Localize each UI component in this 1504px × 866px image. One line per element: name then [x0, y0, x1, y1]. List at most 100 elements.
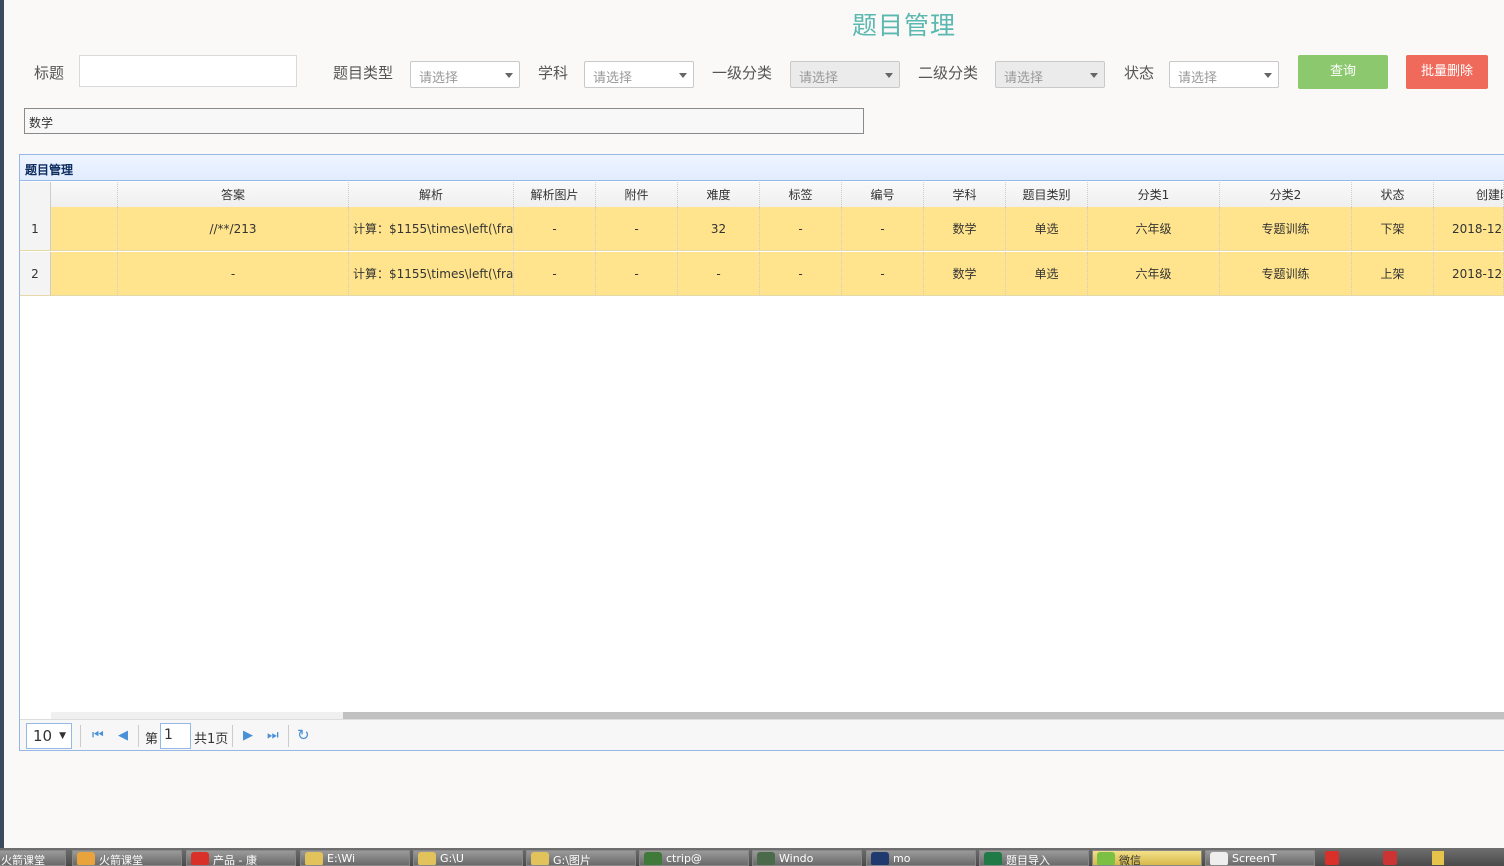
taskbar-item[interactable]: E:\Wi: [300, 850, 410, 866]
table-row[interactable]: 1 //**/213 计算：$1155\times\left(\frac - -…: [20, 207, 1504, 251]
horizontal-scrollbar-thumb[interactable]: [343, 712, 1504, 719]
level1-label: 一级分类: [712, 64, 773, 82]
row-number: 1: [20, 207, 51, 251]
title-input[interactable]: [79, 55, 297, 87]
level2-select[interactable]: 请选择: [995, 61, 1105, 88]
dropdown-arrow-icon: [885, 73, 893, 78]
taskbar-item-label: mo: [893, 852, 911, 865]
status-select[interactable]: 请选择: [1169, 61, 1279, 88]
taskbar-item[interactable]: G:\图片: [526, 850, 636, 866]
taskbar-item[interactable]: 火箭课堂: [72, 850, 182, 866]
dropdown-arrow-icon: [679, 73, 687, 78]
app-icon: [757, 852, 775, 865]
row-number: 2: [20, 252, 51, 296]
cell-tag: -: [760, 207, 842, 251]
cell-category: 单选: [1006, 252, 1088, 296]
pager-separator: [288, 725, 289, 747]
folder-icon: [418, 852, 436, 865]
taskbar-item[interactable]: mo: [866, 850, 976, 866]
header-difficulty[interactable]: 难度: [678, 182, 760, 207]
table-row[interactable]: 2 - 计算：$1155\times\left(\frac - - - - - …: [20, 252, 1504, 296]
header-analysis-image[interactable]: 解析图片: [514, 182, 596, 207]
dropdown-arrow-icon: [505, 73, 513, 78]
batch-delete-button[interactable]: 批量删除: [1406, 55, 1488, 89]
taskbar-item[interactable]: ScreenT: [1205, 850, 1315, 866]
taskbar-item[interactable]: Windo: [752, 850, 862, 866]
taskbar: 火箭课堂 火箭课堂 产品 - 康 E:\Wi G:\U G:\图片 ctrip@…: [0, 848, 1504, 866]
type-select-placeholder: 请选择: [419, 71, 459, 86]
folder-icon: [305, 852, 323, 865]
app-icon: [77, 852, 95, 865]
row-checkbox[interactable]: [51, 252, 118, 296]
page-size-value: 10: [33, 727, 53, 745]
last-page-icon[interactable]: ⏭: [267, 728, 279, 743]
subject-label: 学科: [538, 64, 569, 82]
pager-separator: [232, 725, 233, 747]
title-label: 标题: [34, 64, 65, 82]
header-class2[interactable]: 分类2: [1220, 182, 1352, 207]
header-status[interactable]: 状态: [1352, 182, 1434, 207]
taskbar-item[interactable]: 产品 - 康: [186, 850, 296, 866]
taskbar-item[interactable]: 火箭课堂: [0, 850, 66, 866]
taskbar-item-label: G:\U: [440, 852, 464, 865]
cell-created: 2018-12-1: [1434, 252, 1504, 296]
header-created[interactable]: 创建时: [1434, 182, 1504, 207]
header-class1[interactable]: 分类1: [1088, 182, 1220, 207]
taskbar-item[interactable]: ctrip@: [639, 850, 749, 866]
app-icon: [191, 852, 209, 865]
cell-class2: 专题训练: [1220, 252, 1352, 296]
type-select[interactable]: 请选择: [410, 61, 520, 88]
header-answer[interactable]: 答案: [118, 182, 349, 207]
header-category[interactable]: 题目类别: [1006, 182, 1088, 207]
tray-icon[interactable]: [1383, 851, 1397, 865]
header-analysis[interactable]: 解析: [349, 182, 514, 207]
cell-created: 2018-12-1: [1434, 207, 1504, 251]
cell-answer: -: [118, 252, 349, 296]
level1-select[interactable]: 请选择: [790, 61, 900, 88]
pager-separator: [80, 725, 81, 747]
grid-header: 答案 解析 解析图片 附件 难度 标签 编号 学科 题目类别 分类1 分类2 状…: [20, 182, 1504, 208]
page-total: 共1页: [194, 732, 229, 747]
cell-answer: //**/213: [118, 207, 349, 251]
page-size-select[interactable]: 10 ▼: [26, 723, 72, 749]
cell-class2: 专题训练: [1220, 207, 1352, 251]
cell-code: -: [842, 207, 924, 251]
row-checkbox[interactable]: [51, 207, 118, 251]
first-page-icon[interactable]: ⏮: [92, 728, 104, 743]
cell-difficulty: -: [678, 252, 760, 296]
cell-status: 下架: [1352, 207, 1434, 251]
header-checkbox[interactable]: [51, 182, 118, 207]
header-code[interactable]: 编号: [842, 182, 924, 207]
status-select-placeholder: 请选择: [1178, 71, 1218, 86]
header-attachment[interactable]: 附件: [596, 182, 678, 207]
page-number-input[interactable]: 1: [160, 723, 191, 749]
header-tag[interactable]: 标签: [760, 182, 842, 207]
header-subject[interactable]: 学科: [924, 182, 1006, 207]
cell-code: -: [842, 252, 924, 296]
cell-category: 单选: [1006, 207, 1088, 251]
next-page-icon[interactable]: ▶: [243, 728, 253, 743]
subject-select[interactable]: 请选择: [584, 61, 694, 88]
prev-page-icon[interactable]: ◀: [118, 728, 128, 743]
question-grid-panel: 题目管理 答案 解析 解析图片 附件 难度 标签 编号 学科 题目类别 分类1 …: [19, 154, 1504, 751]
query-button[interactable]: 查询: [1298, 55, 1388, 89]
window-left-edge: [0, 0, 4, 848]
dropdown-arrow-icon: [1264, 73, 1272, 78]
taskbar-item[interactable]: 微信: [1092, 850, 1202, 866]
refresh-icon[interactable]: ↻: [297, 726, 310, 744]
level2-select-placeholder: 请选择: [1004, 71, 1044, 86]
subject-tree-field[interactable]: 数学: [24, 108, 864, 134]
cell-analysis: 计算：$1155\times\left(\frac: [349, 252, 514, 296]
level2-label: 二级分类: [918, 64, 979, 82]
taskbar-item-label: 题目导入: [1006, 854, 1050, 866]
level1-select-placeholder: 请选择: [799, 71, 839, 86]
taskbar-item[interactable]: G:\U: [413, 850, 523, 866]
cell-tag: -: [760, 252, 842, 296]
status-label: 状态: [1124, 64, 1155, 82]
pagination-bar: 10 ▼ ⏮ ◀ 第 1 共1页 ▶ ⏭ ↻: [20, 719, 1504, 750]
taskbar-item[interactable]: 题目导入: [979, 850, 1089, 866]
excel-icon: [984, 852, 1002, 865]
tray-icon[interactable]: [1325, 851, 1339, 865]
tray-icon[interactable]: [1432, 851, 1444, 865]
app-icon: [644, 852, 662, 865]
